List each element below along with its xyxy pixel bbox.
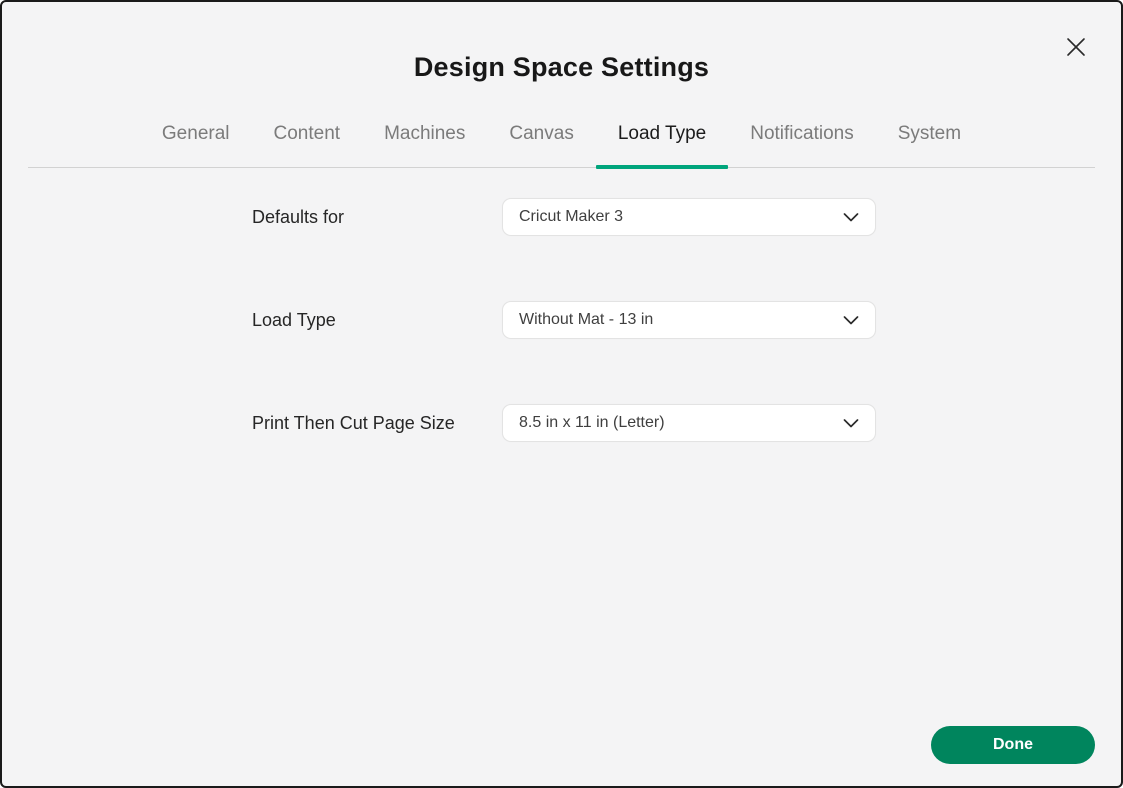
tab-load-type[interactable]: Load Type [595,123,729,169]
tab-machines[interactable]: Machines [362,123,487,167]
tab-canvas[interactable]: Canvas [487,123,595,167]
defaults-for-label: Defaults for [252,206,345,227]
done-button[interactable]: Done [931,726,1095,764]
load-type-select[interactable]: Without Mat - 13 in [502,301,876,339]
chevron-down-icon [843,315,859,325]
print-then-cut-page-size-label: Print Then Cut Page Size [252,412,455,433]
tab-notifications[interactable]: Notifications [728,123,876,167]
load-type-selected-value: Without Mat - 13 in [519,311,654,328]
load-type-label: Load Type [252,309,336,330]
load-type-settings-panel: Defaults for Cricut Maker 3 Load Type Wi… [252,198,1121,442]
tab-general[interactable]: General [140,123,252,167]
defaults-for-selected-value: Cricut Maker 3 [519,208,624,225]
settings-tabbar: General Content Machines Canvas Load Typ… [28,83,1095,169]
print-then-cut-page-size-selected-value: 8.5 in x 11 in (Letter) [519,414,665,431]
load-type-row: Load Type Without Mat - 13 in [252,301,1121,339]
tab-system[interactable]: System [876,123,983,167]
design-space-settings-dialog: Design Space Settings General Content Ma… [0,0,1123,788]
page-title: Design Space Settings [413,52,710,82]
defaults-for-row: Defaults for Cricut Maker 3 [252,198,1121,236]
close-button[interactable] [1061,32,1091,62]
tab-content[interactable]: Content [252,123,363,167]
print-then-cut-page-size-select[interactable]: 8.5 in x 11 in (Letter) [502,404,876,442]
defaults-for-select[interactable]: Cricut Maker 3 [502,198,876,236]
chevron-down-icon [843,418,859,428]
chevron-down-icon [843,212,859,222]
close-icon [1065,36,1087,58]
print-then-cut-page-size-row: Print Then Cut Page Size 8.5 in x 11 in … [252,404,1121,442]
